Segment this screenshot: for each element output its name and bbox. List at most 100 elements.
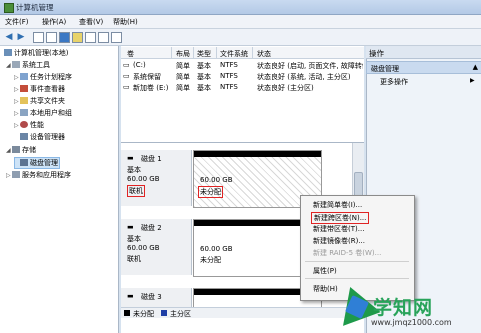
menu-new-raid5-volume[interactable]: 新建 RAID-5 卷(W)... — [313, 248, 381, 258]
col-volume[interactable]: 卷 — [127, 49, 134, 59]
tree-item-services-apps[interactable]: ▷ 服务和应用程序 — [6, 170, 71, 180]
menu-new-mirrored-volume[interactable]: 新建镜像卷(R)... — [313, 236, 365, 246]
shared-folder-icon — [20, 97, 28, 104]
toolbar: ◀ ▶ — [0, 29, 481, 46]
menu-new-simple-volume[interactable]: 新建简单卷(I)... — [313, 200, 362, 210]
volume-status: 状态良好 (系统, 活动, 主分区) — [257, 73, 351, 81]
tree-label: 磁盘管理 — [30, 159, 58, 167]
disk-icon: ▬ — [127, 292, 134, 300]
tree-item-event-viewer[interactable]: ▷ 事件查看器 — [14, 84, 65, 94]
disk-icon: ▬ — [127, 154, 134, 162]
tree-item-task-scheduler[interactable]: ▷ 任务计划程序 — [14, 72, 72, 82]
show-hide-tree-icon[interactable] — [46, 32, 57, 43]
disk-status: 联机 — [127, 255, 141, 263]
up-folder-icon[interactable] — [33, 32, 44, 43]
col-status[interactable]: 状态 — [257, 49, 271, 59]
menu-help[interactable]: 帮助(H) — [113, 17, 138, 27]
volume-name: 新加卷 (E:) — [133, 84, 169, 92]
more-actions-item[interactable]: 更多操作 — [380, 77, 408, 87]
partition-size: 60.00 GB — [200, 245, 233, 253]
volume-type: 基本 — [197, 62, 211, 70]
drive-icon: ▭ — [123, 72, 130, 80]
menu-separator — [305, 261, 409, 262]
device-manager-icon — [20, 133, 28, 140]
app-icon — [4, 3, 14, 13]
back-arrow-icon[interactable]: ◀ — [4, 32, 14, 42]
column-divider[interactable] — [171, 47, 172, 58]
legend: 未分配 主分区 — [121, 307, 364, 318]
volume-layout: 简单 — [176, 84, 190, 92]
volume-row[interactable]: ▭ 系统保留 简单 基本 NTFS 状态良好 (系统, 活动, 主分区) — [121, 71, 364, 81]
tree-item-storage[interactable]: ◢ 存储 — [6, 145, 36, 155]
legend-unallocated: 未分配 — [133, 310, 154, 318]
menu-separator — [305, 278, 409, 279]
menu-new-spanned-volume[interactable]: 新建跨区卷(N)... — [311, 212, 370, 224]
tree-item-performance[interactable]: ▷ 性能 — [14, 120, 44, 130]
menu-bar: 文件(F) 操作(A) 查看(V) 帮助(H) — [0, 15, 481, 29]
disk-3-info[interactable]: ▬ 磁盘 3 — [121, 288, 192, 307]
menu-action[interactable]: 操作(A) — [42, 17, 66, 27]
users-icon — [20, 109, 28, 116]
disk-type: 基本 — [127, 235, 141, 243]
drive-icon: ▭ — [123, 61, 130, 69]
volume-row[interactable]: ▭ (C:) 简单 基本 NTFS 状态良好 (启动, 页面文件, 故障转储, … — [121, 60, 364, 70]
watermark-text: 学知网 — [373, 297, 434, 319]
col-layout[interactable]: 布局 — [176, 49, 190, 59]
help-icon[interactable] — [72, 32, 83, 43]
volume-type: 基本 — [197, 73, 211, 81]
actions-section-label: 磁盘管理 — [371, 65, 399, 73]
watermark-url: www.jmqz1000.com — [371, 318, 452, 327]
tools-icon — [12, 61, 20, 68]
tree-label: 系统工具 — [22, 61, 50, 69]
more-actions-label: 更多操作 — [380, 78, 408, 86]
actions-section-disk-management[interactable]: 磁盘管理 ▲ — [366, 61, 481, 74]
col-type[interactable]: 类型 — [197, 49, 211, 59]
disk-2-info[interactable]: ▬ 磁盘 2 基本 60.00 GB 联机 — [121, 219, 192, 275]
tree-label: 任务计划程序 — [30, 73, 72, 81]
disk-status: 联机 — [127, 185, 145, 197]
tree-item-shared-folders[interactable]: ▷ 共享文件夹 — [14, 96, 65, 106]
clock-icon — [20, 73, 28, 80]
disk-size: 60.00 GB — [127, 244, 160, 252]
tree-label: 性能 — [30, 121, 44, 129]
volume-status: 状态良好 (启动, 页面文件, 故障转储, 主分区) — [257, 62, 363, 70]
menu-file[interactable]: 文件(F) — [5, 17, 29, 27]
menu-properties[interactable]: 属性(P) — [313, 266, 337, 276]
volume-layout: 简单 — [176, 62, 190, 70]
volume-layout: 简单 — [176, 73, 190, 81]
col-filesystem[interactable]: 文件系统 — [220, 49, 248, 59]
disk-1-info[interactable]: ▬ 磁盘 1 基本 60.00 GB 联机 — [121, 150, 192, 206]
tree-label: 设备管理器 — [30, 133, 65, 141]
volume-name: 系统保留 — [133, 73, 161, 81]
forward-arrow-icon[interactable]: ▶ — [16, 32, 26, 42]
column-divider[interactable] — [216, 47, 217, 58]
tree-label: 存储 — [22, 146, 36, 154]
tree-item-system-tools[interactable]: ◢ 系统工具 — [6, 60, 50, 70]
partition-status: 未分配 — [200, 256, 221, 264]
drive-icon: ▭ — [123, 83, 130, 91]
disk-type: 基本 — [127, 166, 141, 174]
tree-label: 服务和应用程序 — [22, 171, 71, 179]
column-divider[interactable] — [252, 47, 253, 58]
tree-label: 共享文件夹 — [30, 97, 65, 105]
volume-filesystem: NTFS — [220, 72, 238, 80]
tree-item-root[interactable]: 计算机管理(本地) — [4, 48, 68, 58]
properties-icon[interactable] — [59, 32, 70, 43]
export-list-icon[interactable] — [98, 32, 109, 43]
menu-new-striped-volume[interactable]: 新建带区卷(T)... — [313, 224, 364, 234]
computer-icon — [4, 49, 12, 56]
delete-icon[interactable] — [111, 32, 122, 43]
title-bar — [0, 0, 481, 15]
storage-icon — [12, 146, 20, 153]
tree-item-disk-management[interactable]: 磁盘管理 — [20, 158, 58, 168]
refresh-icon[interactable] — [85, 32, 96, 43]
volume-filesystem: NTFS — [220, 83, 238, 91]
collapse-up-icon[interactable]: ▲ — [473, 63, 478, 71]
menu-view[interactable]: 查看(V) — [79, 17, 103, 27]
tree-item-device-manager[interactable]: 设备管理器 — [20, 132, 65, 142]
volume-row[interactable]: ▭ 新加卷 (E:) 简单 基本 NTFS 状态良好 (主分区) — [121, 82, 364, 92]
disk-size: 60.00 GB — [127, 175, 160, 183]
tree-item-local-users[interactable]: ▷ 本地用户和组 — [14, 108, 72, 118]
column-divider[interactable] — [193, 47, 194, 58]
tree-label: 本地用户和组 — [30, 109, 72, 117]
